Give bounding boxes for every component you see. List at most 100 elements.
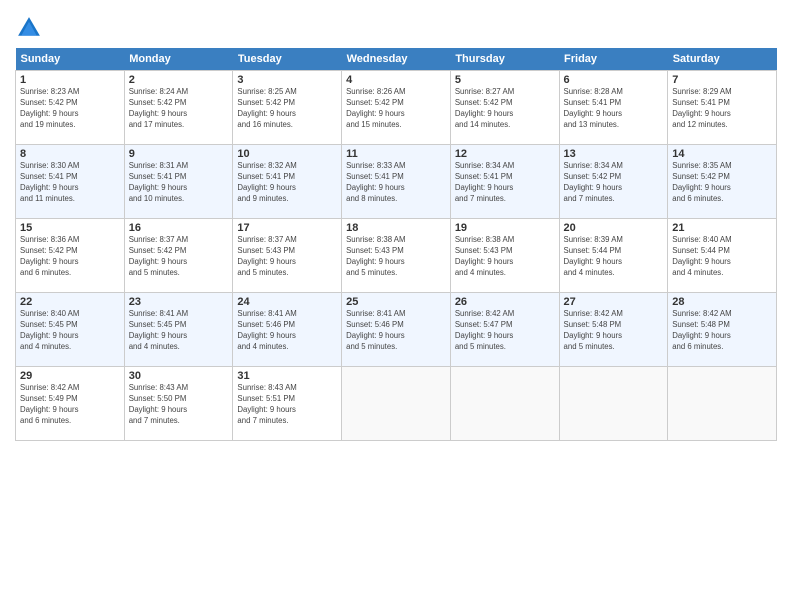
day-number: 27 xyxy=(564,296,664,308)
day-cell: 21Sunrise: 8:40 AM Sunset: 5:44 PM Dayli… xyxy=(668,219,777,293)
day-cell: 5Sunrise: 8:27 AM Sunset: 5:42 PM Daylig… xyxy=(450,71,559,145)
day-number: 12 xyxy=(455,148,555,160)
day-info: Sunrise: 8:35 AM Sunset: 5:42 PM Dayligh… xyxy=(672,161,772,205)
day-cell xyxy=(559,367,668,441)
day-number: 24 xyxy=(237,296,337,308)
day-number: 23 xyxy=(129,296,229,308)
day-info: Sunrise: 8:40 AM Sunset: 5:45 PM Dayligh… xyxy=(20,309,120,353)
calendar-page: SundayMondayTuesdayWednesdayThursdayFrid… xyxy=(0,0,792,612)
day-number: 8 xyxy=(20,148,120,160)
day-info: Sunrise: 8:27 AM Sunset: 5:42 PM Dayligh… xyxy=(455,87,555,131)
col-header-tuesday: Tuesday xyxy=(233,48,342,71)
day-cell: 1Sunrise: 8:23 AM Sunset: 5:42 PM Daylig… xyxy=(16,71,125,145)
header-row: SundayMondayTuesdayWednesdayThursdayFrid… xyxy=(16,48,777,71)
day-cell: 23Sunrise: 8:41 AM Sunset: 5:45 PM Dayli… xyxy=(124,293,233,367)
day-number: 29 xyxy=(20,370,120,382)
day-cell: 8Sunrise: 8:30 AM Sunset: 5:41 PM Daylig… xyxy=(16,145,125,219)
calendar-table: SundayMondayTuesdayWednesdayThursdayFrid… xyxy=(15,48,777,441)
day-info: Sunrise: 8:34 AM Sunset: 5:41 PM Dayligh… xyxy=(455,161,555,205)
day-info: Sunrise: 8:24 AM Sunset: 5:42 PM Dayligh… xyxy=(129,87,229,131)
day-info: Sunrise: 8:29 AM Sunset: 5:41 PM Dayligh… xyxy=(672,87,772,131)
col-header-thursday: Thursday xyxy=(450,48,559,71)
day-info: Sunrise: 8:38 AM Sunset: 5:43 PM Dayligh… xyxy=(455,235,555,279)
day-info: Sunrise: 8:42 AM Sunset: 5:49 PM Dayligh… xyxy=(20,383,120,427)
day-info: Sunrise: 8:41 AM Sunset: 5:46 PM Dayligh… xyxy=(346,309,446,353)
day-cell: 10Sunrise: 8:32 AM Sunset: 5:41 PM Dayli… xyxy=(233,145,342,219)
day-cell: 15Sunrise: 8:36 AM Sunset: 5:42 PM Dayli… xyxy=(16,219,125,293)
day-cell: 16Sunrise: 8:37 AM Sunset: 5:42 PM Dayli… xyxy=(124,219,233,293)
day-number: 18 xyxy=(346,222,446,234)
logo-icon xyxy=(15,14,43,42)
day-cell: 13Sunrise: 8:34 AM Sunset: 5:42 PM Dayli… xyxy=(559,145,668,219)
day-cell: 20Sunrise: 8:39 AM Sunset: 5:44 PM Dayli… xyxy=(559,219,668,293)
day-cell: 18Sunrise: 8:38 AM Sunset: 5:43 PM Dayli… xyxy=(342,219,451,293)
day-info: Sunrise: 8:42 AM Sunset: 5:48 PM Dayligh… xyxy=(672,309,772,353)
day-cell: 9Sunrise: 8:31 AM Sunset: 5:41 PM Daylig… xyxy=(124,145,233,219)
week-row-1: 1Sunrise: 8:23 AM Sunset: 5:42 PM Daylig… xyxy=(16,71,777,145)
day-number: 11 xyxy=(346,148,446,160)
day-cell: 30Sunrise: 8:43 AM Sunset: 5:50 PM Dayli… xyxy=(124,367,233,441)
week-row-3: 15Sunrise: 8:36 AM Sunset: 5:42 PM Dayli… xyxy=(16,219,777,293)
col-header-friday: Friday xyxy=(559,48,668,71)
day-info: Sunrise: 8:32 AM Sunset: 5:41 PM Dayligh… xyxy=(237,161,337,205)
day-info: Sunrise: 8:42 AM Sunset: 5:48 PM Dayligh… xyxy=(564,309,664,353)
day-cell: 7Sunrise: 8:29 AM Sunset: 5:41 PM Daylig… xyxy=(668,71,777,145)
day-number: 1 xyxy=(20,74,120,86)
day-info: Sunrise: 8:39 AM Sunset: 5:44 PM Dayligh… xyxy=(564,235,664,279)
day-info: Sunrise: 8:37 AM Sunset: 5:43 PM Dayligh… xyxy=(237,235,337,279)
day-info: Sunrise: 8:34 AM Sunset: 5:42 PM Dayligh… xyxy=(564,161,664,205)
day-cell: 22Sunrise: 8:40 AM Sunset: 5:45 PM Dayli… xyxy=(16,293,125,367)
day-cell xyxy=(668,367,777,441)
day-cell: 27Sunrise: 8:42 AM Sunset: 5:48 PM Dayli… xyxy=(559,293,668,367)
week-row-2: 8Sunrise: 8:30 AM Sunset: 5:41 PM Daylig… xyxy=(16,145,777,219)
logo xyxy=(15,14,45,42)
day-number: 14 xyxy=(672,148,772,160)
day-cell: 12Sunrise: 8:34 AM Sunset: 5:41 PM Dayli… xyxy=(450,145,559,219)
day-number: 3 xyxy=(237,74,337,86)
day-number: 17 xyxy=(237,222,337,234)
day-number: 20 xyxy=(564,222,664,234)
day-info: Sunrise: 8:43 AM Sunset: 5:50 PM Dayligh… xyxy=(129,383,229,427)
day-cell: 19Sunrise: 8:38 AM Sunset: 5:43 PM Dayli… xyxy=(450,219,559,293)
day-number: 4 xyxy=(346,74,446,86)
header xyxy=(15,10,777,42)
week-row-4: 22Sunrise: 8:40 AM Sunset: 5:45 PM Dayli… xyxy=(16,293,777,367)
col-header-wednesday: Wednesday xyxy=(342,48,451,71)
day-info: Sunrise: 8:28 AM Sunset: 5:41 PM Dayligh… xyxy=(564,87,664,131)
day-number: 22 xyxy=(20,296,120,308)
day-cell: 4Sunrise: 8:26 AM Sunset: 5:42 PM Daylig… xyxy=(342,71,451,145)
day-info: Sunrise: 8:40 AM Sunset: 5:44 PM Dayligh… xyxy=(672,235,772,279)
day-number: 30 xyxy=(129,370,229,382)
day-cell: 24Sunrise: 8:41 AM Sunset: 5:46 PM Dayli… xyxy=(233,293,342,367)
day-number: 28 xyxy=(672,296,772,308)
day-cell: 3Sunrise: 8:25 AM Sunset: 5:42 PM Daylig… xyxy=(233,71,342,145)
day-info: Sunrise: 8:37 AM Sunset: 5:42 PM Dayligh… xyxy=(129,235,229,279)
day-info: Sunrise: 8:23 AM Sunset: 5:42 PM Dayligh… xyxy=(20,87,120,131)
day-info: Sunrise: 8:36 AM Sunset: 5:42 PM Dayligh… xyxy=(20,235,120,279)
day-number: 15 xyxy=(20,222,120,234)
day-cell xyxy=(342,367,451,441)
day-cell: 17Sunrise: 8:37 AM Sunset: 5:43 PM Dayli… xyxy=(233,219,342,293)
day-number: 26 xyxy=(455,296,555,308)
day-number: 7 xyxy=(672,74,772,86)
day-number: 5 xyxy=(455,74,555,86)
day-info: Sunrise: 8:38 AM Sunset: 5:43 PM Dayligh… xyxy=(346,235,446,279)
day-cell: 2Sunrise: 8:24 AM Sunset: 5:42 PM Daylig… xyxy=(124,71,233,145)
day-info: Sunrise: 8:30 AM Sunset: 5:41 PM Dayligh… xyxy=(20,161,120,205)
day-number: 9 xyxy=(129,148,229,160)
day-number: 21 xyxy=(672,222,772,234)
day-info: Sunrise: 8:33 AM Sunset: 5:41 PM Dayligh… xyxy=(346,161,446,205)
day-info: Sunrise: 8:43 AM Sunset: 5:51 PM Dayligh… xyxy=(237,383,337,427)
day-number: 6 xyxy=(564,74,664,86)
col-header-sunday: Sunday xyxy=(16,48,125,71)
day-info: Sunrise: 8:26 AM Sunset: 5:42 PM Dayligh… xyxy=(346,87,446,131)
day-info: Sunrise: 8:42 AM Sunset: 5:47 PM Dayligh… xyxy=(455,309,555,353)
day-cell: 31Sunrise: 8:43 AM Sunset: 5:51 PM Dayli… xyxy=(233,367,342,441)
week-row-5: 29Sunrise: 8:42 AM Sunset: 5:49 PM Dayli… xyxy=(16,367,777,441)
day-cell: 14Sunrise: 8:35 AM Sunset: 5:42 PM Dayli… xyxy=(668,145,777,219)
day-number: 2 xyxy=(129,74,229,86)
day-number: 10 xyxy=(237,148,337,160)
day-number: 16 xyxy=(129,222,229,234)
day-info: Sunrise: 8:25 AM Sunset: 5:42 PM Dayligh… xyxy=(237,87,337,131)
day-number: 13 xyxy=(564,148,664,160)
